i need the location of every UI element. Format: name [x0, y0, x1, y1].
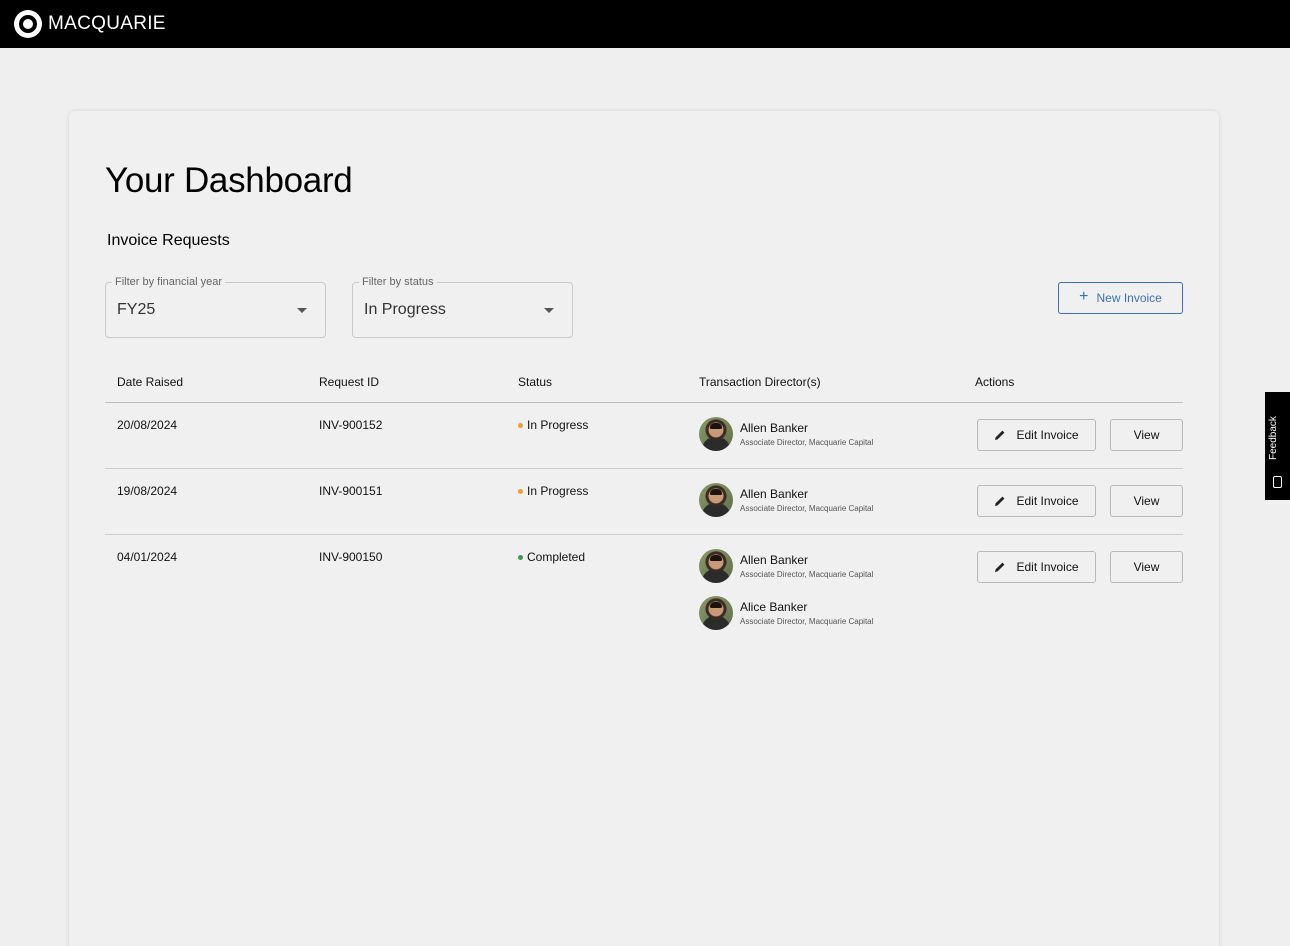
feedback-label: Feedback: [1268, 416, 1279, 460]
view-label: View: [1133, 428, 1160, 442]
plus-icon: +: [1079, 288, 1089, 305]
header-actions: Actions: [975, 375, 1015, 389]
edit-invoice-button[interactable]: Edit Invoice: [977, 485, 1096, 517]
request-id: INV-900150: [319, 550, 383, 564]
pencil-icon: [995, 562, 1005, 572]
status-badge: Completed: [518, 550, 585, 564]
avatar: [699, 549, 733, 583]
director-role: Associate Director, Macquarie Capital: [740, 504, 874, 513]
director-name: Allen Banker: [740, 487, 809, 501]
header-request-id: Request ID: [319, 375, 380, 389]
avatar: [699, 483, 733, 517]
date-raised: 20/08/2024: [117, 418, 178, 432]
pencil-icon: [995, 496, 1005, 506]
transaction-directors: Allen Banker Associate Director, Macquar…: [699, 549, 873, 630]
director-role: Associate Director, Macquarie Capital: [740, 438, 874, 447]
table-row: 20/08/2024 INV-900152 In Progress Allen …: [105, 403, 1183, 469]
feedback-tab[interactable]: Feedback: [1265, 392, 1290, 500]
status-filter-value: In Progress: [364, 301, 446, 318]
pencil-icon: [995, 430, 1005, 440]
header-date-raised: Date Raised: [117, 375, 184, 389]
caret-down-icon: [297, 308, 307, 313]
status-badge: In Progress: [518, 484, 588, 498]
table-header: Date Raised Request ID Status Transactio…: [105, 367, 1183, 403]
director-name: Allen Banker: [740, 421, 809, 435]
financial-year-filter-value: FY25: [117, 301, 156, 318]
new-invoice-label: New Invoice: [1096, 291, 1162, 305]
director: Allen Banker Associate Director, Macquar…: [699, 549, 873, 583]
request-id: INV-900151: [319, 484, 383, 498]
table-row: 19/08/2024 INV-900151 In Progress Allen …: [105, 469, 1183, 535]
brand-logo[interactable]: MACQUARIE: [14, 10, 166, 38]
macquarie-logo-icon: [14, 10, 42, 38]
transaction-directors: Allen Banker Associate Director, Macquar…: [699, 483, 873, 517]
new-invoice-button[interactable]: + New Invoice: [1058, 282, 1183, 314]
status-badge: In Progress: [518, 418, 588, 432]
director-name: Alice Banker: [740, 600, 808, 614]
status-text: Completed: [527, 550, 586, 564]
edit-invoice-label: Edit Invoice: [1016, 428, 1079, 442]
status-filter[interactable]: Filter by status In Progress: [352, 276, 573, 338]
status-text: In Progress: [527, 418, 589, 432]
dashboard-card: Your Dashboard Invoice Requests Filter b…: [69, 111, 1219, 946]
director: Allen Banker Associate Director, Macquar…: [699, 417, 873, 451]
director: Alice Banker Associate Director, Macquar…: [699, 596, 873, 630]
view-label: View: [1133, 494, 1160, 508]
header-transaction-directors: Transaction Director(s): [699, 375, 821, 389]
top-bar: MACQUARIE: [0, 0, 1290, 48]
edit-invoice-button[interactable]: Edit Invoice: [977, 419, 1096, 451]
edit-invoice-label: Edit Invoice: [1016, 560, 1079, 574]
edit-invoice-button[interactable]: Edit Invoice: [977, 551, 1096, 583]
request-id: INV-900152: [319, 418, 383, 432]
status-filter-label: Filter by status: [359, 276, 437, 288]
feedback-icon: [1273, 476, 1282, 488]
director: Allen Banker Associate Director, Macquar…: [699, 483, 873, 517]
financial-year-filter-label: Filter by financial year: [112, 276, 225, 288]
section-title: Invoice Requests: [107, 232, 230, 249]
status-text: In Progress: [527, 484, 589, 498]
caret-down-icon: [544, 308, 554, 313]
invoice-table: Date Raised Request ID Status Transactio…: [105, 367, 1183, 645]
view-button[interactable]: View: [1110, 551, 1183, 583]
view-label: View: [1133, 560, 1160, 574]
brand-name: MACQUARIE: [48, 13, 166, 34]
status-dot-icon: [518, 422, 523, 428]
date-raised: 04/01/2024: [117, 550, 178, 564]
view-button[interactable]: View: [1110, 419, 1183, 451]
status-dot-icon: [518, 488, 523, 494]
director-name: Allen Banker: [740, 553, 809, 567]
director-role: Associate Director, Macquarie Capital: [740, 617, 874, 626]
status-dot-icon: [518, 554, 523, 560]
header-status: Status: [518, 375, 553, 389]
edit-invoice-label: Edit Invoice: [1016, 494, 1079, 508]
view-button[interactable]: View: [1110, 485, 1183, 517]
avatar: [699, 417, 733, 451]
transaction-directors: Allen Banker Associate Director, Macquar…: [699, 417, 873, 451]
financial-year-filter[interactable]: Filter by financial year FY25: [105, 276, 326, 338]
avatar: [699, 596, 733, 630]
director-role: Associate Director, Macquarie Capital: [740, 570, 874, 579]
date-raised: 19/08/2024: [117, 484, 178, 498]
page-title: Your Dashboard: [105, 161, 353, 200]
table-row: 04/01/2024 INV-900150 Completed Allen Ba…: [105, 535, 1183, 645]
